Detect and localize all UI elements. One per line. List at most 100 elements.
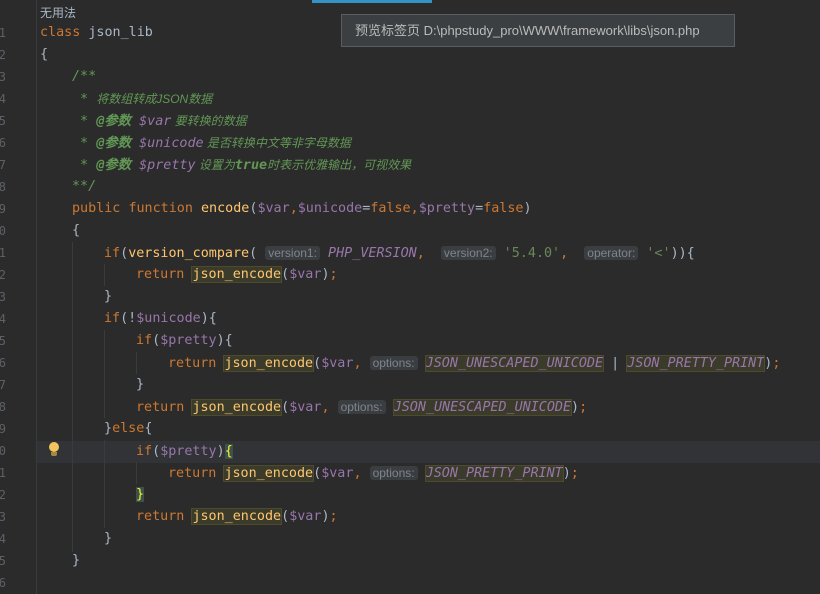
line-number[interactable]: 2 [0,44,8,66]
usages-label[interactable]: 无用法 [40,2,76,24]
keyword: else [112,421,145,436]
line-number[interactable]: 3 [0,66,8,88]
keyword: return [136,267,185,282]
line-number[interactable]: 8 [0,396,8,418]
comment: * [72,114,97,129]
line-number-gutter[interactable]: 12345678901234567890123456 [0,0,37,594]
indent-guide [104,264,105,286]
comment-text: 将数组转成JSON数据 [96,92,213,106]
line-number[interactable]: 6 [0,352,8,374]
line-number[interactable]: 1 [0,22,8,44]
indent-guide [72,242,73,552]
code-line[interactable]: return json_encode($var, options: JSON_P… [168,462,579,484]
variable: $var [289,267,322,282]
code-line[interactable]: } [104,528,112,550]
code-line[interactable]: { [40,44,48,66]
keyword: function [128,201,193,216]
indent-guide [104,440,105,528]
class-name: json_lib [80,25,153,40]
constant: JSON_PRETTY_PRINT [626,355,766,372]
comment-text: 时表示优雅输出，可视效果 [267,158,412,172]
keyword: return [168,356,217,371]
code-line[interactable]: if($pretty){ [136,330,233,352]
line-number[interactable]: 7 [0,154,8,176]
operator: | [603,356,628,371]
function-call: json_encode [223,355,315,372]
code-line[interactable]: if($pretty){ [136,441,233,463]
string: '<' [646,246,671,261]
code-line[interactable]: return json_encode($var, options: JSON_U… [136,396,587,418]
line-number[interactable]: 8 [0,176,8,198]
code-line[interactable]: * @参数 $unicode 是否转换中文等非字母数据 [72,132,351,154]
code-line[interactable]: } [136,374,144,396]
comment: * [72,158,97,173]
param: $pretty [418,201,476,216]
line-number[interactable]: 2 [0,484,8,506]
line-number[interactable]: 6 [0,132,8,154]
code-line[interactable]: } [72,550,80,572]
param: $var [257,201,290,216]
function-call: json_encode [191,266,283,283]
line-number[interactable]: 1 [0,242,8,264]
string: '5.4.0' [503,246,561,261]
line-number[interactable]: 4 [0,308,8,330]
line-number[interactable]: 1 [0,462,8,484]
code-line[interactable]: { [72,220,80,242]
function-call: json_encode [191,399,283,416]
function-name: encode [201,201,250,216]
default-value: false [370,201,411,216]
code-line[interactable]: * @参数 $pretty 设置为true时表示优雅输出，可视效果 [72,154,411,176]
indent-guide [104,330,105,418]
line-number[interactable]: 3 [0,286,8,308]
line-number[interactable]: 5 [0,550,8,572]
line-number[interactable]: 7 [0,374,8,396]
comment: * [72,92,97,107]
code-line[interactable]: } [104,286,112,308]
param-hint: options: [369,466,418,480]
line-number[interactable]: 9 [0,418,8,440]
doc-tag: @参数 [96,114,132,129]
doc-tag: @参数 [96,158,132,173]
param-hint: options: [369,356,418,370]
code-line[interactable]: } [136,484,145,506]
line-number[interactable]: 0 [0,440,8,462]
param-hint: options: [337,400,386,414]
line-number[interactable]: 4 [0,88,8,110]
editor-top-indicator [312,0,432,3]
param-hint: version2: [440,246,496,260]
code-line[interactable]: return json_encode($var); [136,506,338,528]
default-value: false [483,201,524,216]
line-number[interactable]: 4 [0,528,8,550]
keyword: return [168,466,217,481]
comment: * [72,136,97,151]
code-line[interactable]: if(!$unicode){ [104,308,217,330]
code-line[interactable]: class json_lib [40,22,153,44]
variable: $var [289,400,322,415]
doc-tag: @参数 [96,136,132,151]
line-number[interactable]: 9 [0,198,8,220]
comment-text: 是否转换中文等非字母数据 [203,136,351,150]
line-number[interactable]: 5 [0,110,8,132]
code-line[interactable]: public function encode($var,$unicode=fal… [72,198,532,220]
code-line[interactable]: if(version_compare( version1: PHP_VERSIO… [104,242,695,264]
comment: **/ [72,179,97,194]
line-number[interactable]: 2 [0,264,8,286]
line-number[interactable]: 3 [0,506,8,528]
param-hint: version1: [265,246,320,260]
code-line[interactable]: * 将数组转成JSON数据 [72,88,212,110]
code-line[interactable]: return json_encode($var); [136,264,338,286]
code-line[interactable]: **/ [72,176,96,198]
constant: JSON_UNESCAPED_UNICODE [392,399,573,416]
code-line[interactable]: }else{ [104,418,152,440]
indent-guide [136,462,137,484]
doc-var: $unicode [131,136,204,151]
keyword: class [40,25,81,40]
lightbulb-icon[interactable] [48,441,60,457]
code-line[interactable]: /** [72,66,96,88]
code-line[interactable]: * @参数 $var 要转换的数据 [72,110,247,132]
line-number[interactable]: 0 [0,220,8,242]
code-line[interactable]: return json_encode($var, options: JSON_U… [168,352,780,374]
line-number[interactable]: 6 [0,572,8,594]
doc-var: $var [131,114,172,129]
line-number[interactable]: 5 [0,330,8,352]
